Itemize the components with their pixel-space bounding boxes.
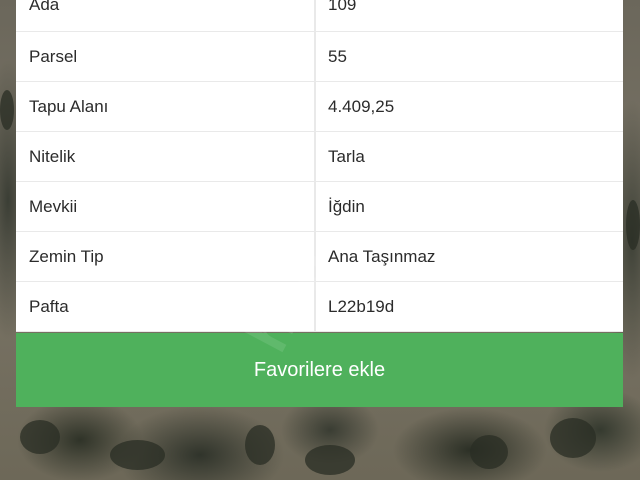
tree-cluster [626, 200, 640, 250]
row-label: Tapu Alanı [16, 82, 314, 131]
row-value: İğdin [316, 182, 623, 231]
row-value: 109 [316, 0, 623, 31]
row-value: 4.409,25 [316, 82, 623, 131]
table-row: Zemin Tip Ana Taşınmaz [16, 232, 623, 281]
row-label: Ada [16, 0, 314, 31]
row-label: Pafta [16, 282, 314, 331]
table-row: Ada 109 [16, 0, 623, 31]
row-value: 55 [316, 32, 623, 81]
table-row: Pafta L22b19d [16, 282, 623, 331]
table-row: Mevkii İğdin [16, 182, 623, 231]
row-label: Parsel [16, 32, 314, 81]
row-label: Zemin Tip [16, 232, 314, 281]
table-row: Parsel 55 [16, 32, 623, 81]
tree-cluster [20, 420, 60, 454]
tree-cluster [470, 435, 508, 469]
tree-cluster [0, 90, 14, 130]
row-label: Nitelik [16, 132, 314, 181]
tree-cluster [245, 425, 275, 465]
tree-cluster [305, 445, 355, 475]
row-value: Ana Taşınmaz [316, 232, 623, 281]
tree-cluster [550, 418, 596, 458]
row-value: L22b19d [316, 282, 623, 331]
table-row: Nitelik Tarla [16, 132, 623, 181]
row-label: Mevkii [16, 182, 314, 231]
add-to-favorites-button[interactable]: Favorilere ekle [16, 333, 623, 407]
parcel-info-table: Ada 109 Parsel 55 Tapu Alanı 4.409,25 Ni… [16, 0, 623, 332]
table-row: Tapu Alanı 4.409,25 [16, 82, 623, 131]
row-value: Tarla [316, 132, 623, 181]
tree-cluster [110, 440, 165, 470]
